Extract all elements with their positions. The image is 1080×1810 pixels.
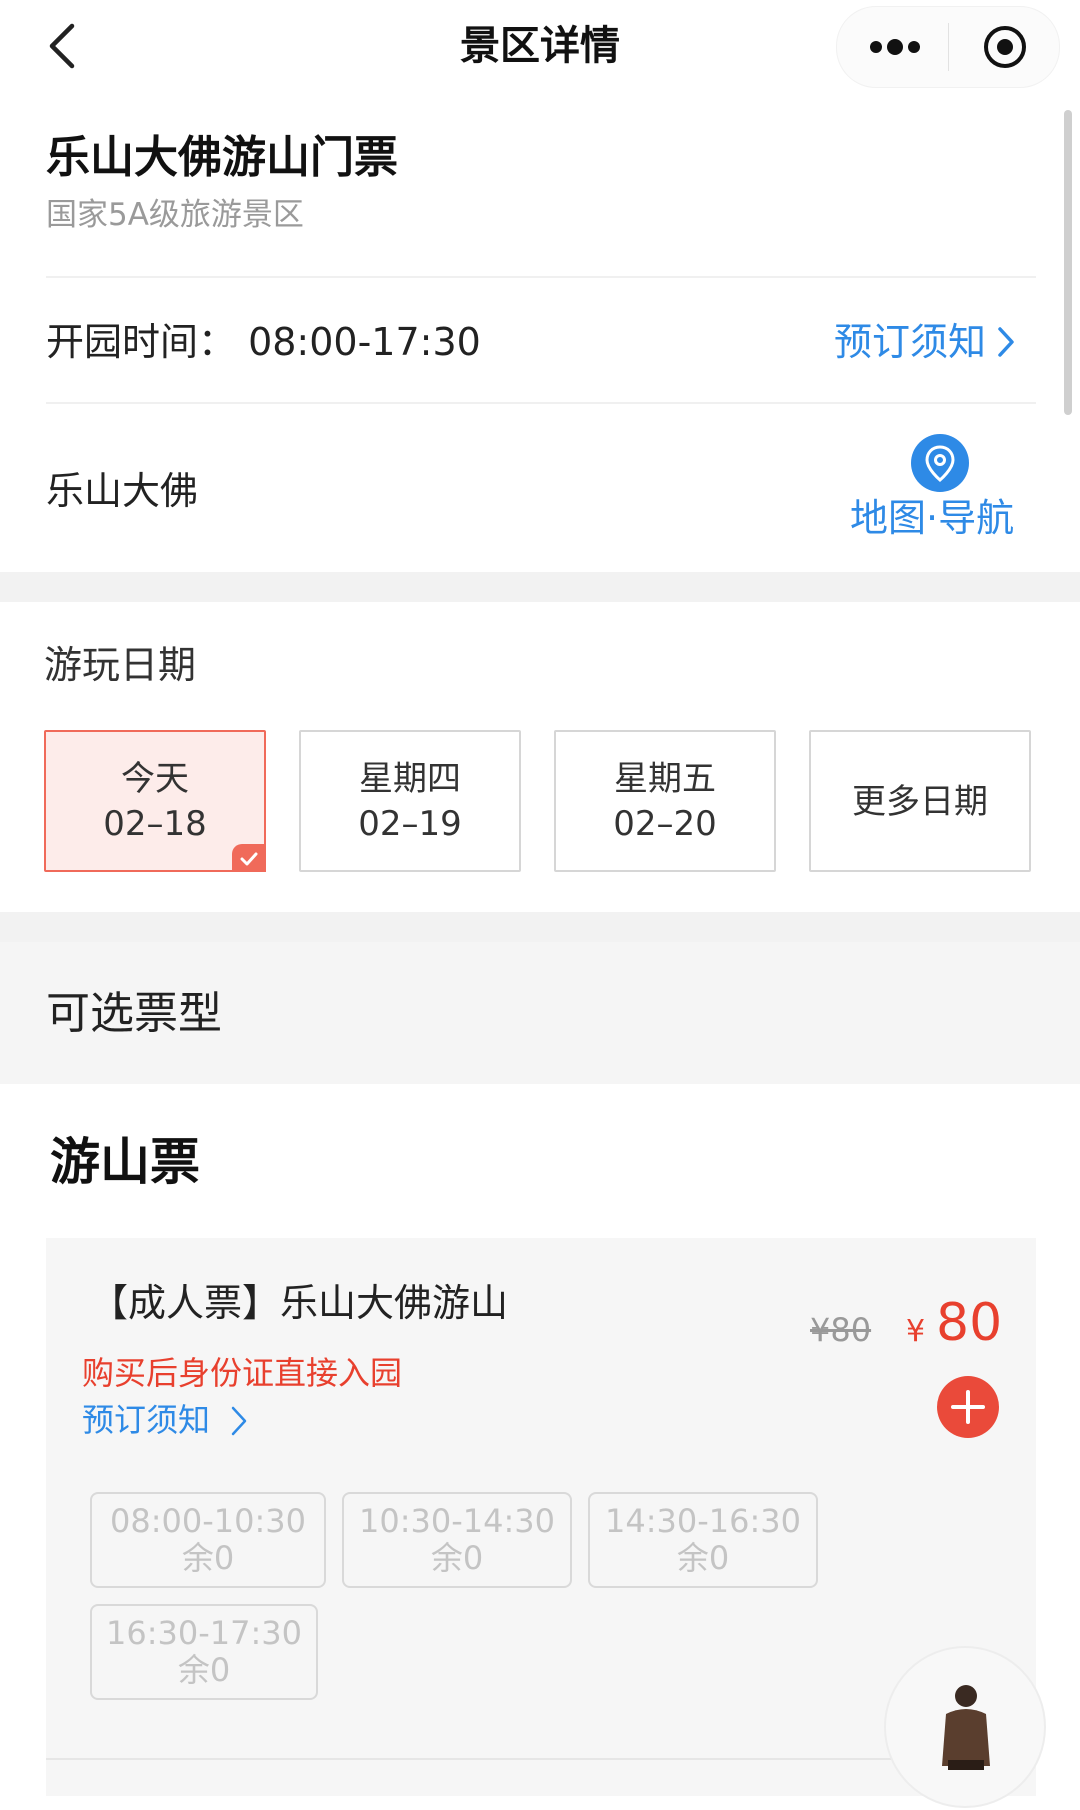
chevron-right-icon <box>231 1406 247 1436</box>
location-pin-icon[interactable] <box>911 434 969 492</box>
time-slot[interactable]: 08:00-10:30 余0 <box>90 1492 326 1588</box>
time-slot[interactable]: 16:30-17:30 余0 <box>90 1604 318 1700</box>
scrollbar[interactable] <box>1064 110 1072 415</box>
ticket-entry-note: 购买后身份证直接入园 <box>82 1354 403 1392</box>
divider <box>46 402 1036 404</box>
ticket-name: 【成人票】乐山大佛游山 <box>90 1281 509 1325</box>
ticket-group-title: 游山票 <box>50 1133 200 1191</box>
slot-time: 08:00-10:30 <box>110 1502 306 1540</box>
slot-remaining: 余0 <box>676 1539 730 1577</box>
place-name: 乐山大佛 <box>46 469 199 513</box>
date-option-friday[interactable]: 星期五 02–20 <box>554 730 776 872</box>
top-nav-bar: 景区详情 <box>0 0 1080 92</box>
sale-price: 80 <box>936 1293 1003 1353</box>
ticket-notice-link[interactable]: 预订须知 <box>82 1398 248 1442</box>
currency-symbol: ¥ <box>906 1314 926 1349</box>
slot-time: 10:30-14:30 <box>359 1502 555 1540</box>
date-weekday: 今天 <box>121 759 189 799</box>
slot-time: 14:30-16:30 <box>605 1502 801 1540</box>
more-dots-icon[interactable] <box>867 37 923 57</box>
date-value: 02–18 <box>103 804 207 844</box>
more-dates-label: 更多日期 <box>852 782 988 822</box>
target-icon[interactable] <box>983 25 1027 69</box>
more-dates-button[interactable]: 更多日期 <box>809 730 1031 872</box>
date-value: 02–20 <box>613 804 717 844</box>
add-ticket-button[interactable] <box>937 1376 999 1438</box>
check-icon <box>232 844 266 872</box>
scenic-rating: 国家5A级旅游景区 <box>46 197 304 233</box>
date-value: 02–19 <box>358 804 462 844</box>
booking-notice-link[interactable]: 预订须知 <box>834 318 1016 366</box>
date-weekday: 星期五 <box>614 759 716 799</box>
original-price: ¥80 <box>810 1311 872 1349</box>
mini-program-capsule <box>836 6 1060 88</box>
date-option-thursday[interactable]: 星期四 02–19 <box>299 730 521 872</box>
ticket-types-label: 可选票型 <box>46 988 222 1039</box>
time-slot[interactable]: 14:30-16:30 余0 <box>588 1492 818 1588</box>
booking-notice-label: 预订须知 <box>834 320 987 364</box>
play-date-label: 游玩日期 <box>44 643 197 687</box>
section-separator <box>0 572 1080 602</box>
open-time: 开园时间： 08:00-17:30 <box>46 320 481 364</box>
ticket-notice-label: 预订须知 <box>82 1401 211 1439</box>
chevron-right-icon <box>998 327 1014 357</box>
capsule-divider <box>948 23 949 71</box>
avatar[interactable] <box>884 1646 1046 1808</box>
divider <box>46 276 1036 278</box>
slot-remaining: 余0 <box>181 1539 235 1577</box>
slot-remaining: 余0 <box>177 1651 231 1689</box>
plus-icon <box>951 1390 985 1424</box>
date-weekday: 星期四 <box>359 759 461 799</box>
time-slot[interactable]: 10:30-14:30 余0 <box>342 1492 572 1588</box>
map-navigation-link[interactable]: 地图·导航 <box>850 494 1014 542</box>
section-separator <box>0 912 1080 942</box>
date-option-today[interactable]: 今天 02–18 <box>44 730 266 872</box>
scenic-title: 乐山大佛游山门票 <box>46 132 398 183</box>
slot-remaining: 余0 <box>430 1539 484 1577</box>
slot-time: 16:30-17:30 <box>106 1614 302 1652</box>
